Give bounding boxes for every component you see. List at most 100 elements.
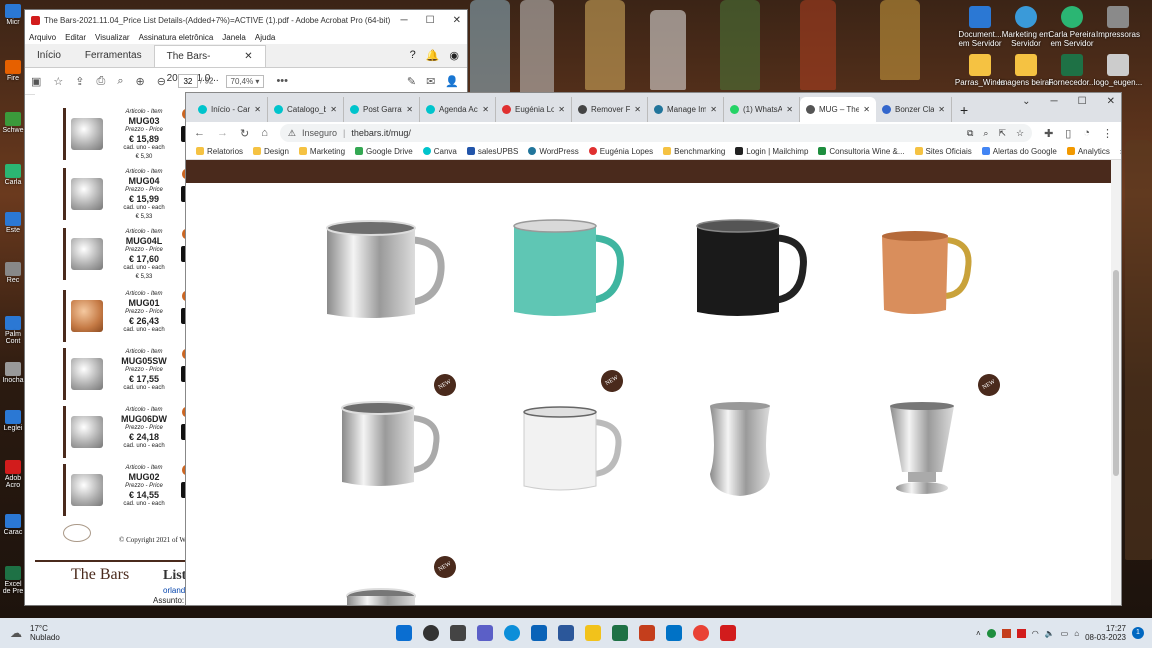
store-icon[interactable]: [531, 625, 547, 641]
bookmark-mailchimp[interactable]: Login | Mailchimp: [735, 147, 808, 156]
save-icon[interactable]: ▣: [31, 75, 41, 88]
file-explorer-icon[interactable]: [585, 625, 601, 641]
browser-tab[interactable]: Post Garraf ✕: [344, 97, 420, 122]
chevron-up-icon[interactable]: ˄: [976, 629, 981, 638]
more-icon[interactable]: •••: [276, 75, 288, 87]
chrome-icon[interactable]: [693, 625, 709, 641]
close-tab-icon[interactable]: ✕: [406, 105, 413, 114]
bookmark-sites-oficiais[interactable]: Sites Oficiais: [914, 147, 972, 156]
tray-app-icon[interactable]: [986, 628, 996, 638]
upload-icon[interactable]: ⇪: [75, 75, 84, 88]
bookmark-alertas[interactable]: Alertas do Google: [981, 147, 1057, 156]
help-icon[interactable]: ?: [410, 49, 416, 62]
bookmark-benchmarking[interactable]: Benchmarking: [663, 147, 725, 156]
bookmark-relatorios[interactable]: Relatorios: [196, 147, 243, 156]
bookmark-salesupbs[interactable]: salesUPBS: [466, 147, 518, 156]
mail-icon[interactable]: ✉: [426, 75, 435, 88]
mug-hammered-tumbler[interactable]: [704, 400, 776, 500]
browser-tab[interactable]: Manage Im ✕: [648, 97, 724, 122]
network-icon[interactable]: ⌂: [1074, 629, 1079, 638]
new-tab-button[interactable]: +: [952, 102, 976, 122]
close-tab-icon[interactable]: ✕: [482, 105, 489, 114]
tab-ferramentas[interactable]: Ferramentas: [73, 45, 154, 67]
close-tab-icon[interactable]: ✕: [938, 105, 945, 114]
menu-editar[interactable]: Editar: [65, 33, 86, 42]
bookmark-design[interactable]: Design: [253, 147, 289, 156]
bookmark-eugenia[interactable]: Eugénia Lopes: [588, 147, 653, 156]
mug-copper[interactable]: [876, 228, 976, 323]
clock[interactable]: 17:27 08-03-2023: [1085, 624, 1126, 642]
browser-tab[interactable]: Início - Can ✕: [192, 97, 268, 122]
search-icon[interactable]: [423, 625, 439, 641]
tab-search-icon[interactable]: ⌄: [1022, 96, 1030, 107]
notification-badge[interactable]: 1: [1132, 627, 1144, 639]
edge-icon-4[interactable]: Carla: [0, 164, 26, 194]
share-icon[interactable]: ⇱: [998, 128, 1006, 139]
acrobat-icon[interactable]: [720, 625, 736, 641]
edge-icon-2[interactable]: Fire: [0, 60, 26, 90]
edge-icon-5[interactable]: Este: [0, 212, 26, 242]
page-down-icon[interactable]: ⊖: [157, 75, 166, 88]
home-icon[interactable]: ⌂: [261, 127, 268, 139]
desktop-icon-logo[interactable]: logo_eugen...: [1090, 54, 1146, 87]
minimize-icon[interactable]: ─: [401, 15, 408, 26]
menu-janela[interactable]: Janela: [222, 33, 246, 42]
mug-black[interactable]: [691, 218, 811, 328]
bookmark-analytics[interactable]: Analytics: [1066, 147, 1110, 156]
edge-icon-9[interactable]: Leglei: [0, 410, 26, 440]
mug-steel-small[interactable]: [336, 400, 446, 495]
scrollbar[interactable]: [1111, 160, 1121, 605]
browser-tab-active[interactable]: MUG – The ✕: [800, 97, 876, 122]
close-tab-icon[interactable]: ✕: [244, 46, 252, 67]
teams-icon[interactable]: [477, 625, 493, 641]
side-panel-icon[interactable]: ▯: [1065, 127, 1071, 140]
edge-icon-12[interactable]: Excel de Pre: [0, 566, 26, 596]
reload-icon[interactable]: ↻: [240, 127, 249, 140]
bell-icon[interactable]: 🔔: [426, 49, 440, 62]
menu-visualizar[interactable]: Visualizar: [95, 33, 130, 42]
profile-icon[interactable]: ◔: [1083, 127, 1090, 139]
zoom-search-icon[interactable]: ⌕: [117, 75, 123, 88]
globe-icon[interactable]: ◉: [449, 49, 459, 62]
bookmark-wordpress[interactable]: WordPress: [528, 147, 579, 156]
start-icon[interactable]: [396, 625, 412, 641]
mug-partial[interactable]: [341, 586, 421, 606]
zoom-icon[interactable]: ⌕: [983, 128, 988, 139]
translate-icon[interactable]: ⧉: [967, 128, 973, 139]
page-up-icon[interactable]: ⊕: [135, 75, 144, 88]
warning-icon[interactable]: ⚠: [288, 128, 296, 139]
bookmark-canva[interactable]: Canva: [422, 147, 457, 156]
task-view-icon[interactable]: [450, 625, 466, 641]
bookmark-star-icon[interactable]: ☆: [1016, 128, 1024, 139]
zoom-select[interactable]: 70,4% ▾: [225, 74, 265, 88]
browser-tab[interactable]: Eugénia Lop✕: [496, 97, 572, 122]
minimize-icon[interactable]: ─: [1051, 96, 1058, 107]
battery-icon[interactable]: ▭: [1061, 629, 1069, 638]
close-tab-icon[interactable]: ✕: [254, 105, 261, 114]
tab-inicio[interactable]: Início: [25, 45, 73, 67]
more-bookmarks-icon[interactable]: »: [1120, 147, 1121, 156]
menu-ajuda[interactable]: Ajuda: [255, 33, 275, 42]
edge-icon-6[interactable]: Rec: [0, 262, 26, 292]
browser-tab[interactable]: Catalogo_b ✕: [268, 97, 344, 122]
edge-icon-11[interactable]: Carac: [0, 514, 26, 544]
edge-icon-10[interactable]: Adob Acro: [0, 460, 26, 490]
menu-kebab-icon[interactable]: ⋮: [1102, 127, 1113, 140]
close-tab-icon[interactable]: ✕: [330, 105, 337, 114]
close-tab-icon[interactable]: ✕: [786, 105, 793, 114]
close-icon[interactable]: ✕: [1107, 96, 1115, 107]
mug-steel[interactable]: [321, 218, 451, 328]
close-tab-icon[interactable]: ✕: [634, 105, 641, 114]
maximize-icon[interactable]: ☐: [426, 15, 435, 26]
wifi-icon[interactable]: ◠: [1032, 629, 1039, 638]
mug-white-enamel[interactable]: [518, 404, 628, 499]
outlook-icon[interactable]: [666, 625, 682, 641]
extensions-icon[interactable]: ✚: [1044, 127, 1053, 140]
back-icon[interactable]: ←: [194, 127, 205, 139]
tray-app-icon[interactable]: [1016, 628, 1026, 638]
close-tab-icon[interactable]: ✕: [863, 105, 870, 114]
page-number-input[interactable]: [177, 74, 198, 88]
browser-tab[interactable]: Remover Fu✕: [572, 97, 648, 122]
scrollbar-thumb[interactable]: [1113, 270, 1119, 476]
maximize-icon[interactable]: ☐: [1078, 96, 1087, 107]
